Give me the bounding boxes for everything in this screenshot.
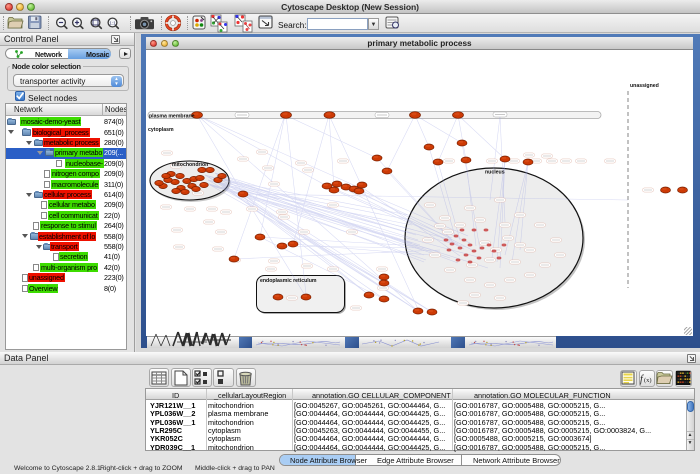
svg-text:plasma membrane: plasma membrane [149, 114, 195, 120]
svg-text:mitochondrion: mitochondrion [172, 162, 208, 168]
svg-text:unassigned: unassigned [630, 83, 659, 89]
svg-text:nucleus: nucleus [485, 170, 505, 176]
svg-text:endoplasmic reticulum: endoplasmic reticulum [260, 278, 317, 284]
svg-text:cytoplasm: cytoplasm [148, 127, 174, 133]
svg-text:1:1: 1:1 [109, 21, 116, 26]
